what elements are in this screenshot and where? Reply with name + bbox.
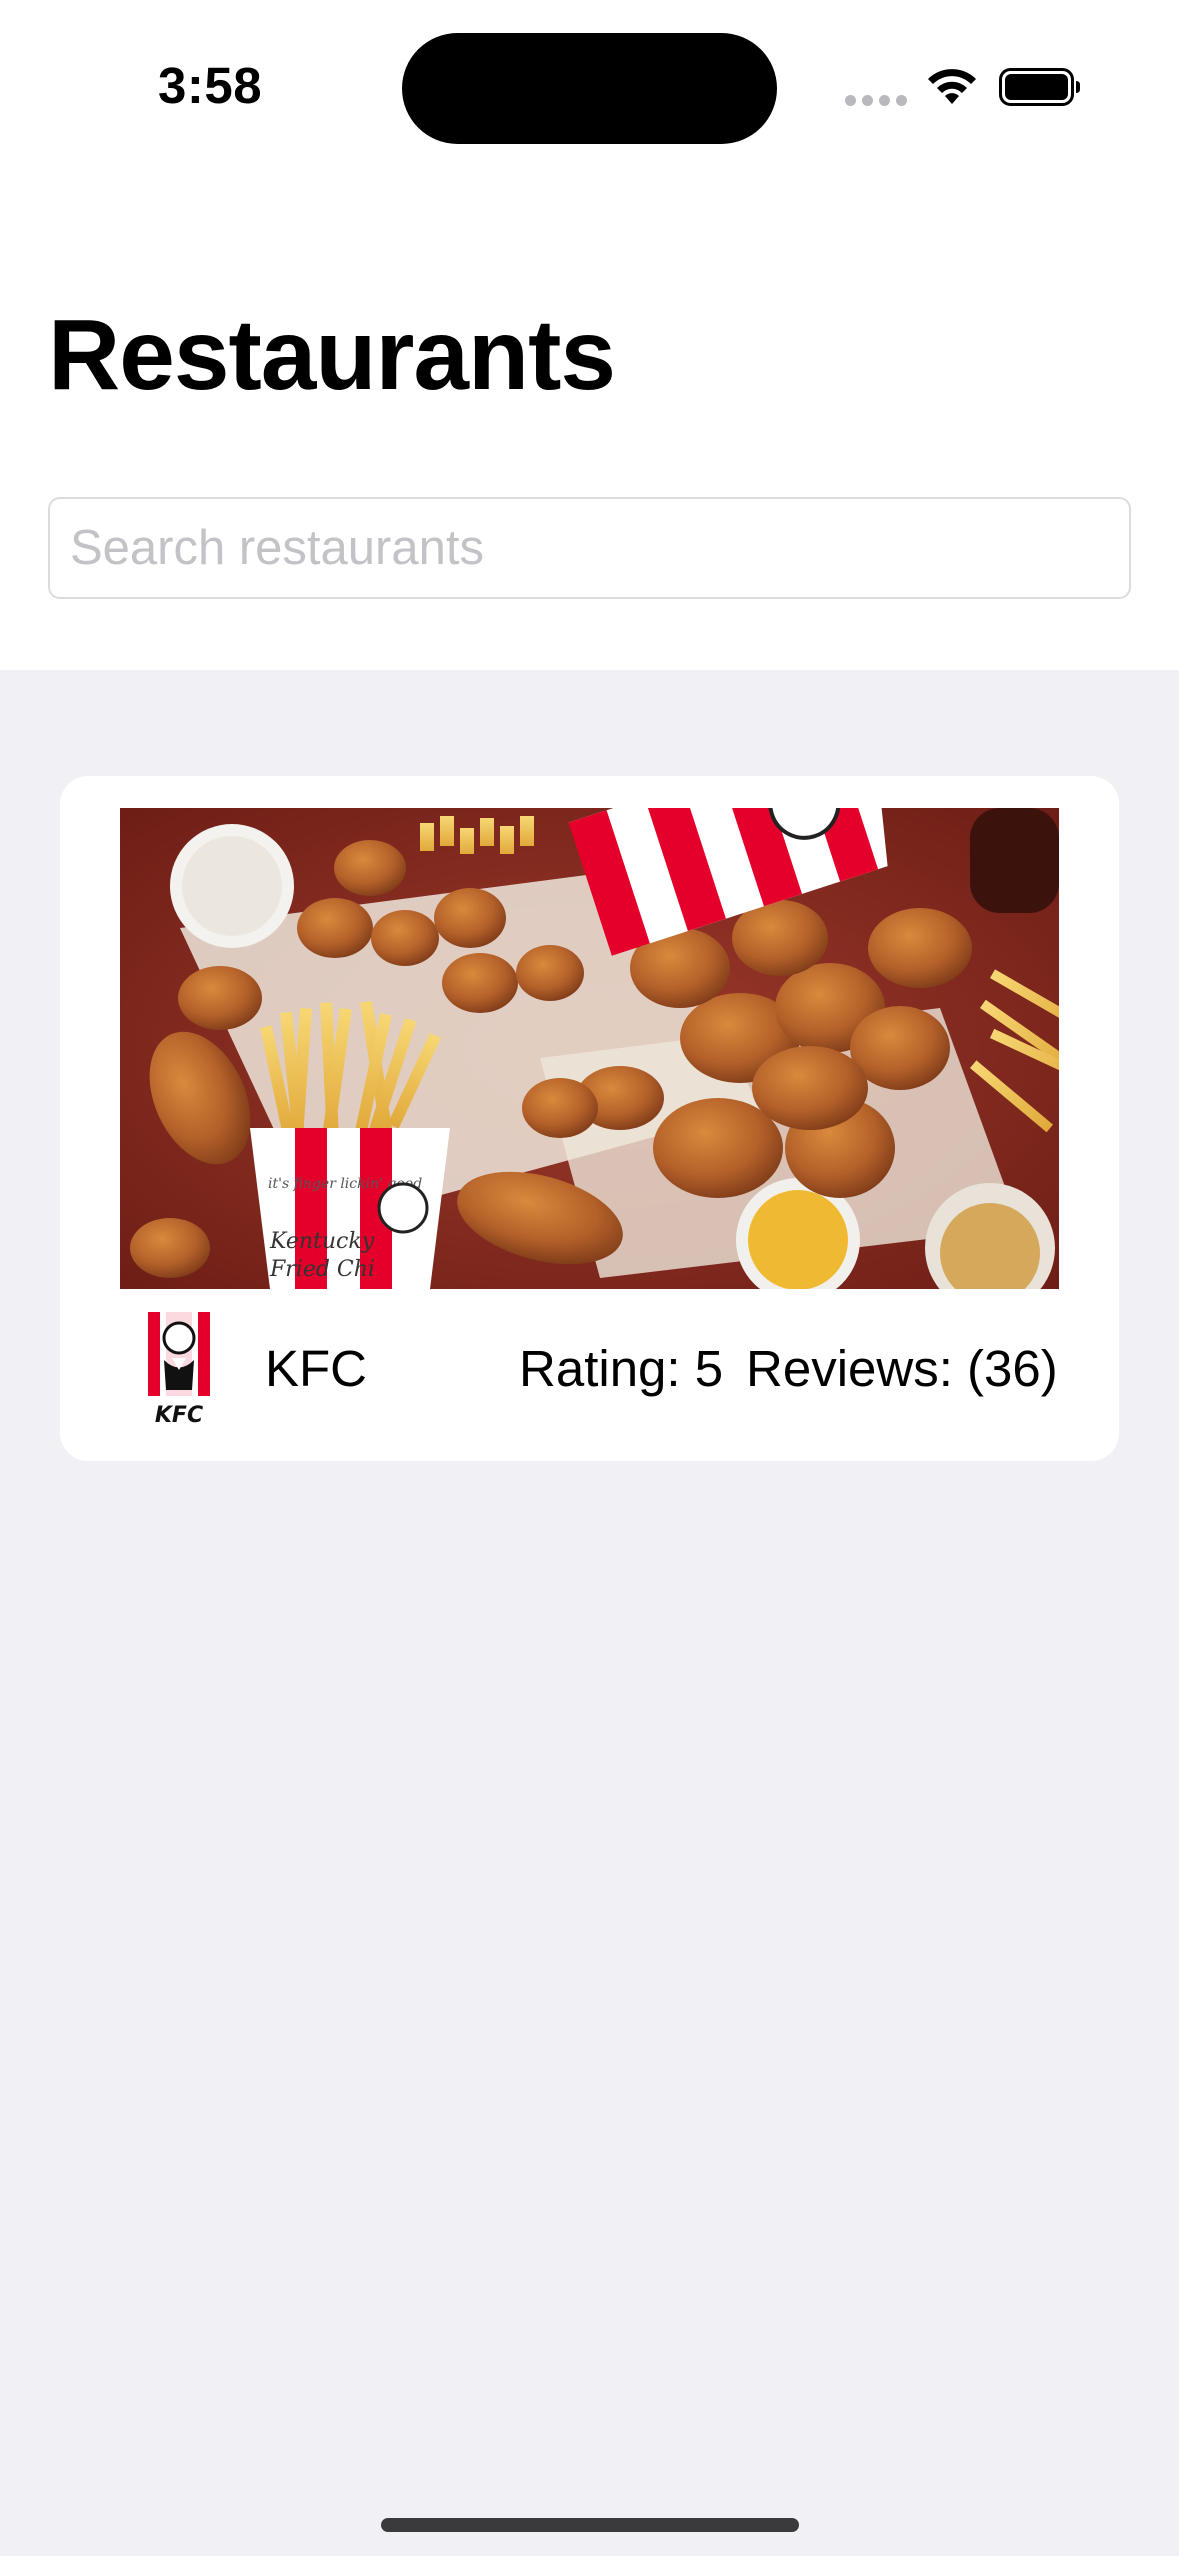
wifi-icon [928, 69, 976, 104]
restaurant-name: KFC [265, 1340, 367, 1397]
restaurant-photo: Kentucky Fried Chi it's finger lickin' g… [120, 808, 1059, 1289]
restaurant-rating: Rating: 5 [519, 1340, 724, 1397]
battery-icon [999, 68, 1080, 106]
home-indicator[interactable] [381, 2518, 799, 2532]
search-input[interactable] [48, 497, 1131, 599]
dynamic-island [402, 33, 777, 144]
status-time: 3:58 [158, 57, 263, 114]
cellular-dots-icon [845, 95, 907, 106]
kfc-logo: KFC [146, 1310, 212, 1428]
page-title: Restaurants [48, 299, 616, 411]
svg-text:Kentucky: Kentucky [269, 1229, 375, 1254]
restaurant-reviews: Reviews: (36) [746, 1340, 1058, 1397]
svg-text:KFC: KFC [155, 1403, 203, 1428]
svg-text:Fried Chi: Fried Chi [269, 1257, 375, 1282]
